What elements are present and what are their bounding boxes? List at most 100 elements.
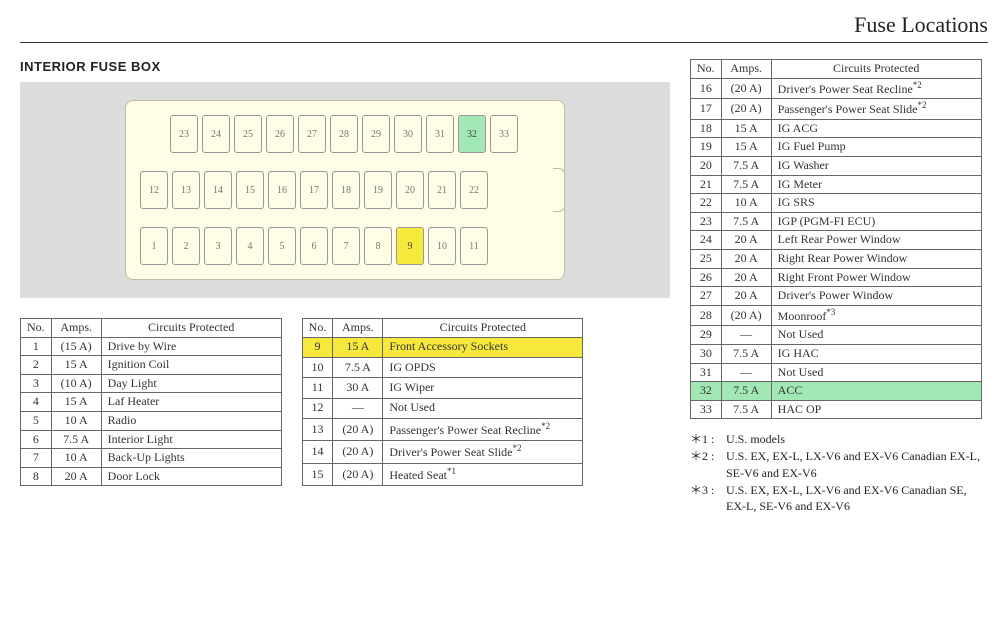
cell-amps: (20 A) [721, 305, 771, 326]
cell-no: 25 [691, 249, 722, 268]
cell-no: 18 [691, 119, 722, 138]
fuse-slot-30: 30 [394, 115, 422, 153]
fuse-slot-14: 14 [204, 171, 232, 209]
table-row: 17(20 A)Passenger's Power Seat Slide*2 [691, 99, 982, 120]
cell-circuit: Passenger's Power Seat Recline*2 [383, 418, 583, 440]
fuse-slot-27: 27 [298, 115, 326, 153]
table-row: 1915 AIG Fuel Pump [691, 138, 982, 157]
cell-circuit: IG Washer [771, 156, 981, 175]
cell-circuit: IG SRS [771, 194, 981, 213]
footnote-text: U.S. EX, EX-L, LX-V6 and EX-V6 Canadian … [726, 448, 988, 482]
fuse-slot-11: 11 [460, 227, 488, 265]
cell-amps: 20 A [721, 268, 771, 287]
cell-circuit: Right Front Power Window [771, 268, 981, 287]
th-amps: Amps. [333, 319, 383, 338]
table-row: 2720 ADriver's Power Window [691, 287, 982, 306]
cell-circuit: Drive by Wire [101, 337, 281, 356]
table-row: 2620 ARight Front Power Window [691, 268, 982, 287]
cell-circuit: Ignition Coil [101, 356, 281, 375]
cell-no: 9 [302, 337, 333, 357]
cell-no: 2 [21, 356, 52, 375]
fuse-table-3: No. Amps. Circuits Protected 16(20 A)Dri… [690, 59, 982, 419]
table-row: 1130 AIG Wiper [302, 378, 583, 398]
footnote-text: U.S. models [726, 431, 988, 448]
fuse-slot-9: 9 [396, 227, 424, 265]
table-row: 710 ABack-Up Lights [21, 449, 282, 468]
cell-no: 7 [21, 449, 52, 468]
fuse-slot-31: 31 [426, 115, 454, 153]
cell-circuit: Heated Seat*1 [383, 463, 583, 486]
fuse-slot-15: 15 [236, 171, 264, 209]
table-row: 13(20 A)Passenger's Power Seat Recline*2 [302, 418, 583, 440]
cell-amps: — [333, 398, 383, 418]
superscript: *2 [512, 443, 521, 453]
page-header: Fuse Locations [20, 12, 988, 43]
cell-no: 13 [302, 418, 333, 440]
superscript: *3 [826, 307, 835, 317]
table-row: 67.5 AInterior Light [21, 430, 282, 449]
cell-amps: 20 A [721, 249, 771, 268]
fuse-slot-24: 24 [202, 115, 230, 153]
th-circuits: Circuits Protected [101, 319, 281, 338]
cell-circuit: Driver's Power Seat Recline*2 [771, 78, 981, 99]
cell-amps: 15 A [721, 119, 771, 138]
panel-notch [553, 168, 565, 212]
cell-circuit: Passenger's Power Seat Slide*2 [771, 99, 981, 120]
table-row: 1(15 A)Drive by Wire [21, 337, 282, 356]
table-row: 327.5 AACC [691, 382, 982, 401]
table-row: 12—Not Used [302, 398, 583, 418]
th-circuits: Circuits Protected [771, 60, 981, 79]
cell-amps: 7.5 A [333, 357, 383, 377]
footnote: ＊1 :U.S. models [690, 431, 988, 448]
cell-amps: (20 A) [333, 418, 383, 440]
fuse-table-2: No. Amps. Circuits Protected 915 AFront … [302, 318, 584, 486]
main-layout: INTERIOR FUSE BOX 2324252627282930313233… [20, 59, 988, 515]
table-row: 3(10 A)Day Light [21, 374, 282, 393]
table-row: 337.5 AHAC OP [691, 400, 982, 419]
table-row: 237.5 AIGP (PGM-FI ECU) [691, 212, 982, 231]
fuse-slot-5: 5 [268, 227, 296, 265]
fuse-slot-18: 18 [332, 171, 360, 209]
fuse-slot-10: 10 [428, 227, 456, 265]
cell-circuit: IG Meter [771, 175, 981, 194]
cell-no: 8 [21, 467, 52, 486]
fuse-slot-22: 22 [460, 171, 488, 209]
cell-circuit: Laf Heater [101, 393, 281, 412]
table-row: 215 AIgnition Coil [21, 356, 282, 375]
cell-no: 31 [691, 363, 722, 382]
fuse-slot-20: 20 [396, 171, 424, 209]
cell-amps: 7.5 A [721, 382, 771, 401]
superscript: *2 [913, 80, 922, 90]
cell-no: 20 [691, 156, 722, 175]
th-amps: Amps. [51, 319, 101, 338]
cell-no: 15 [302, 463, 333, 486]
cell-circuit: ACC [771, 382, 981, 401]
fuse-slot-32: 32 [458, 115, 486, 153]
fuse-slot-12: 12 [140, 171, 168, 209]
th-circuits: Circuits Protected [383, 319, 583, 338]
cell-circuit: Door Lock [101, 467, 281, 486]
footnote-label: ＊2 : [690, 448, 722, 482]
footnotes: ＊1 :U.S. models＊2 :U.S. EX, EX-L, LX-V6 … [690, 431, 988, 515]
cell-amps: 15 A [51, 356, 101, 375]
table-row: 28(20 A)Moonroof*3 [691, 305, 982, 326]
cell-circuit: IG ACG [771, 119, 981, 138]
table-row: 16(20 A)Driver's Power Seat Recline*2 [691, 78, 982, 99]
fuse-slot-29: 29 [362, 115, 390, 153]
cell-amps: 10 A [51, 411, 101, 430]
footnote-label: ＊1 : [690, 431, 722, 448]
cell-circuit: IG Fuel Pump [771, 138, 981, 157]
fuse-slot-33: 33 [490, 115, 518, 153]
cell-amps: (20 A) [333, 441, 383, 463]
cell-no: 24 [691, 231, 722, 250]
cell-no: 22 [691, 194, 722, 213]
table-row: 217.5 AIG Meter [691, 175, 982, 194]
footnote-label: ＊3 : [690, 482, 722, 516]
fuse-slot-8: 8 [364, 227, 392, 265]
cell-amps: — [721, 363, 771, 382]
cell-no: 11 [302, 378, 333, 398]
cell-amps: (20 A) [333, 463, 383, 486]
fuse-slot-28: 28 [330, 115, 358, 153]
table-row: 415 ALaf Heater [21, 393, 282, 412]
cell-circuit: IG HAC [771, 344, 981, 363]
